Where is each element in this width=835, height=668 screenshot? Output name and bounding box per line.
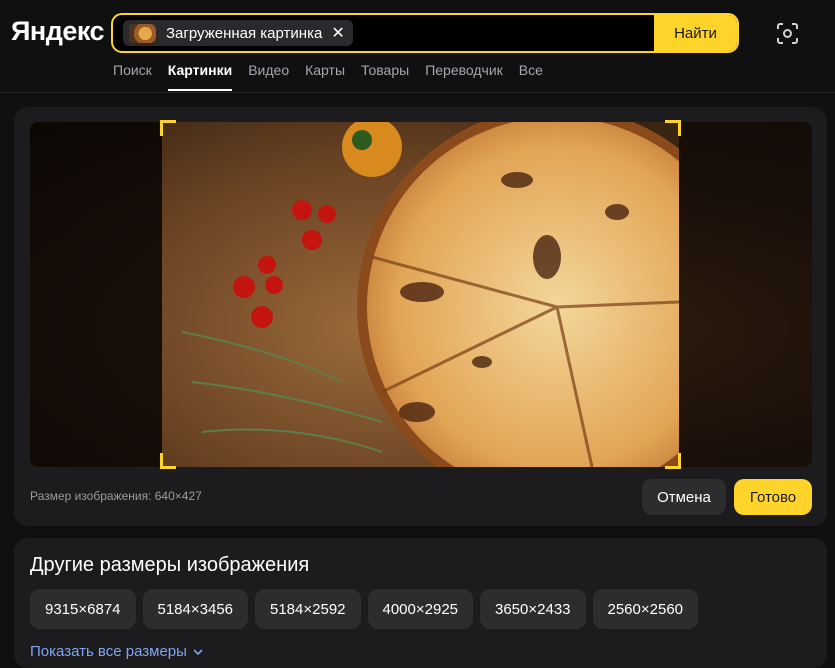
other-sizes-title: Другие размеры изображения <box>30 554 310 576</box>
tab-maps[interactable]: Карты <box>305 62 345 93</box>
search-tabs: Поиск Картинки Видео Карты Товары Перево… <box>113 62 559 93</box>
size-option[interactable]: 5184×2592 <box>255 589 361 629</box>
size-option[interactable]: 2560×2560 <box>592 589 698 629</box>
tab-images[interactable]: Картинки <box>167 62 233 93</box>
size-option[interactable]: 3650×2433 <box>480 589 586 629</box>
yandex-logo[interactable]: Яндекс <box>11 16 105 47</box>
other-sizes-panel: Другие размеры изображения 9315×6874 518… <box>14 538 827 668</box>
crop-handle-top-right[interactable] <box>665 120 681 136</box>
find-button[interactable]: Найти <box>654 15 737 51</box>
size-option[interactable]: 5184×3456 <box>142 589 248 629</box>
crop-handle-bottom-left[interactable] <box>160 453 176 469</box>
tab-video[interactable]: Видео <box>248 62 289 93</box>
size-option[interactable]: 4000×2925 <box>367 589 473 629</box>
tab-translator[interactable]: Переводчик <box>425 62 503 93</box>
camera-search-icon[interactable] <box>776 22 799 45</box>
crop-area-image[interactable] <box>162 122 679 467</box>
crop-handle-top-left[interactable] <box>160 120 176 136</box>
uploaded-image-label: Загруженная картинка <box>166 24 323 42</box>
cancel-button[interactable]: Отмена <box>642 479 726 515</box>
header: Яндекс Загруженная картинка ✕ Найти Поис… <box>0 0 835 93</box>
uploaded-image-chip[interactable]: Загруженная картинка ✕ <box>123 20 353 46</box>
tab-all[interactable]: Все <box>519 62 543 93</box>
image-size-text: Размер изображения: 640×427 <box>30 489 202 503</box>
uploaded-image-thumbnail <box>129 23 156 43</box>
show-all-sizes-link[interactable]: Показать все размеры <box>30 643 203 660</box>
show-all-sizes-label: Показать все размеры <box>30 643 187 660</box>
chevron-down-icon <box>193 648 203 655</box>
image-crop-editor: Размер изображения: 640×427 Отмена Готов… <box>14 107 827 526</box>
crop-handle-bottom-right[interactable] <box>665 453 681 469</box>
search-bar[interactable]: Загруженная картинка ✕ Найти <box>111 13 739 53</box>
done-button[interactable]: Готово <box>734 479 812 515</box>
tab-products[interactable]: Товары <box>361 62 409 93</box>
tab-search[interactable]: Поиск <box>113 62 152 93</box>
size-options: 9315×6874 5184×3456 5184×2592 4000×2925 … <box>30 589 705 629</box>
size-option[interactable]: 9315×6874 <box>30 589 136 629</box>
close-icon[interactable]: ✕ <box>331 23 344 43</box>
